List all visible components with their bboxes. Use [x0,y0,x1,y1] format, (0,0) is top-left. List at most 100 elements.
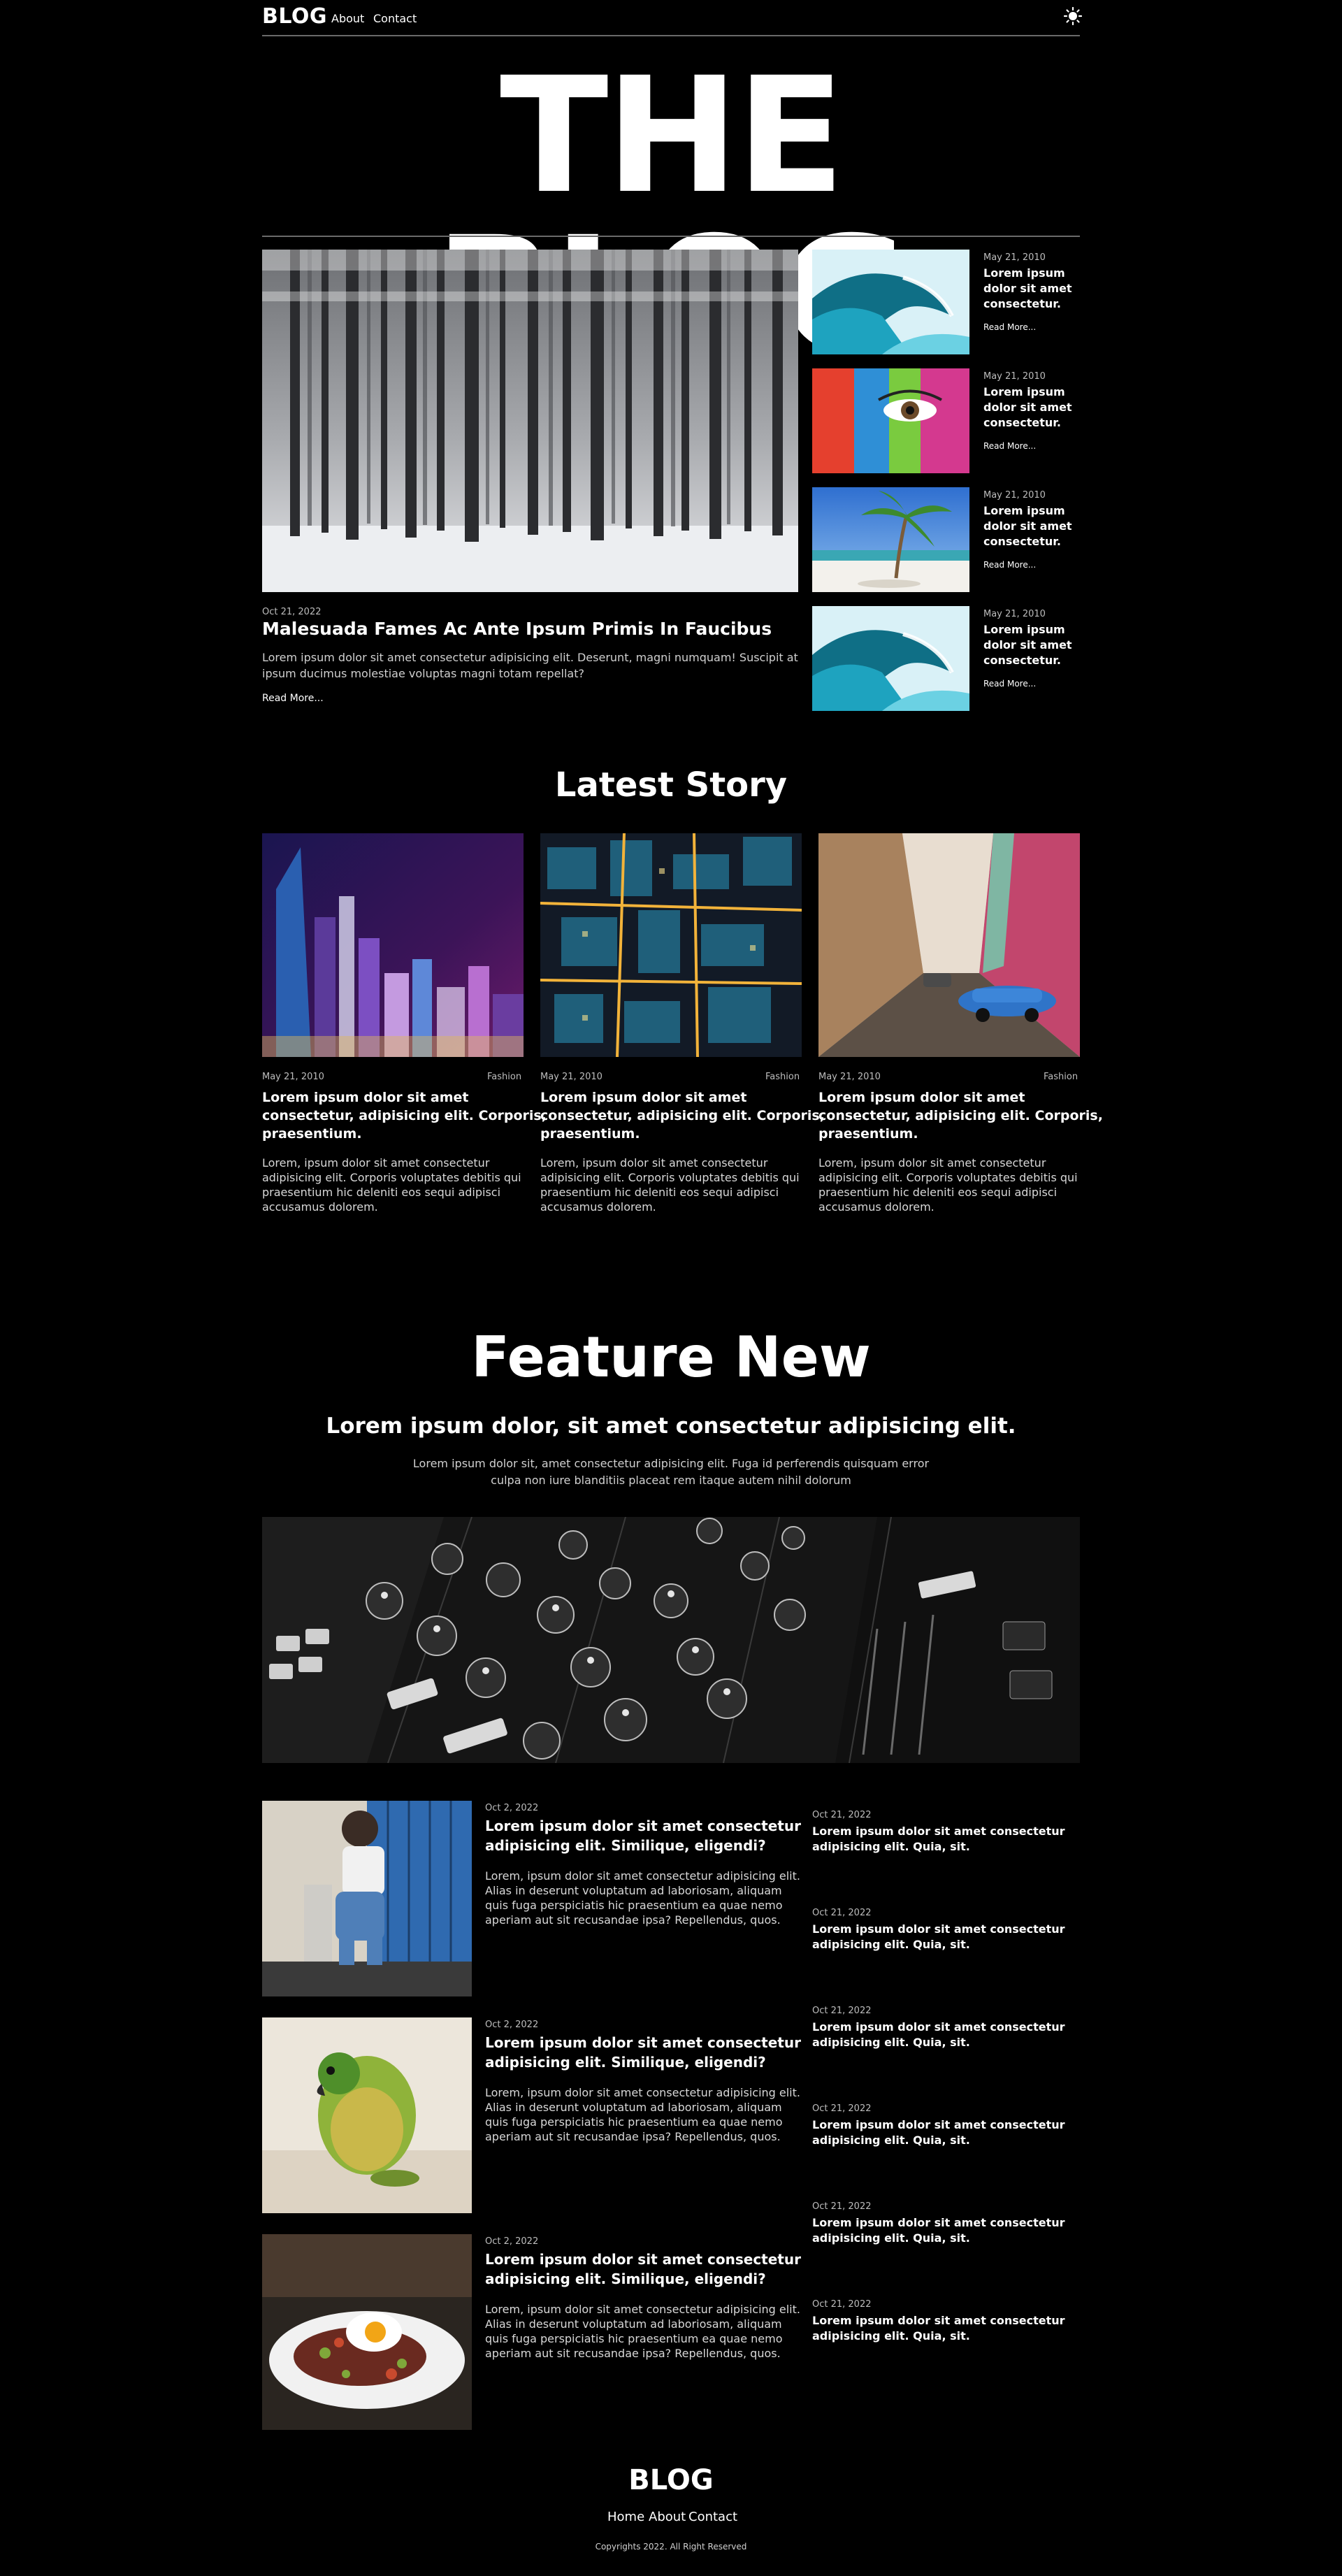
top-story-read-more[interactable]: Read More... [262,693,324,704]
mini-post-title[interactable]: adipisicing elit. Quia, sit. [812,2035,970,2050]
nav-logo[interactable]: BLOG [262,4,327,29]
sun-icon[interactable] [1063,6,1083,26]
post-excerpt: quis fuga perspiciatis hic praesentium e… [485,1899,783,1912]
post-excerpt: Lorem, ipsum dolor sit amet consectetur … [485,2303,800,2316]
feature-image[interactable] [262,1517,1080,1763]
side-post-date: May 21, 2010 [983,371,1046,382]
post-title[interactable]: adipisicing elit. Similique, eligendi? [485,2052,766,2072]
latest-card-title[interactable]: praesentium. [540,1125,640,1143]
side-post-title[interactable]: consectetur. [983,296,1061,312]
side-post-read-more[interactable]: Read More... [983,679,1036,689]
footer-logo[interactable]: BLOG [0,2464,1342,2496]
post-title[interactable]: adipisicing elit. Similique, eligendi? [485,2269,766,2289]
mini-post-title[interactable]: Lorem ipsum dolor sit amet consectetur [812,1824,1065,1839]
latest-card-excerpt: Lorem, ipsum dolor sit amet consectetur [540,1156,768,1170]
post-image[interactable] [262,2017,472,2213]
latest-card-excerpt: praesentium hic deleniti eos sequi adipi… [818,1186,1058,1199]
latest-card-tag[interactable]: Fashion [765,1072,800,1082]
side-post-title[interactable]: consectetur. [983,534,1061,549]
mini-post-title[interactable]: Lorem ipsum dolor sit amet consectetur [812,2020,1065,2035]
mini-post-title[interactable]: adipisicing elit. Quia, sit. [812,2329,970,2344]
side-post-read-more[interactable]: Read More... [983,560,1036,570]
hero-divider [262,236,1080,237]
latest-card-date: May 21, 2010 [540,1072,603,1082]
side-post-title[interactable]: dolor sit amet [983,638,1072,653]
mini-post-title[interactable]: Lorem ipsum dolor sit amet consectetur [812,2215,1065,2231]
latest-card-image[interactable] [262,833,524,1057]
latest-card-excerpt: accusamus dolorem. [818,1200,935,1214]
side-post-title[interactable]: consectetur. [983,653,1061,668]
side-post-image[interactable] [812,606,969,711]
post-image[interactable] [262,1801,472,1996]
latest-card-title[interactable]: consectetur, adipisicing elit. Corporis, [540,1107,825,1125]
post-date: Oct 2, 2022 [485,2020,539,2030]
side-post-title[interactable]: consectetur. [983,415,1061,431]
post-title[interactable]: Lorem ipsum dolor sit amet consectetur [485,2033,801,2052]
side-post-read-more[interactable]: Read More... [983,322,1036,332]
latest-card-title[interactable]: consectetur, adipisicing elit. Corporis, [262,1107,547,1125]
latest-card-title[interactable]: praesentium. [818,1125,918,1143]
latest-card-title[interactable]: Lorem ipsum dolor sit amet [818,1088,1025,1107]
side-post-date: May 21, 2010 [983,252,1046,263]
mini-post-title[interactable]: adipisicing elit. Quia, sit. [812,2231,970,2246]
footer-link-contact[interactable]: Contact [688,2510,737,2524]
top-story-excerpt-line1: Lorem ipsum dolor sit amet consectetur a… [262,651,798,664]
mini-post-title[interactable]: Lorem ipsum dolor sit amet consectetur [812,2313,1065,2329]
latest-card-image[interactable] [818,833,1080,1057]
side-post-title[interactable]: Lorem ipsum [983,503,1065,519]
footer-link-about[interactable]: About [649,2510,686,2524]
top-story-title[interactable]: Malesuada Fames Ac Ante Ipsum Primis In … [262,619,772,639]
post-excerpt: Alias in deserunt voluptatum ad laborios… [485,1884,782,1897]
side-post-title[interactable]: dolor sit amet [983,281,1072,296]
post-image[interactable] [262,2234,472,2430]
post-title[interactable]: Lorem ipsum dolor sit amet consectetur [485,2250,801,2269]
nav-divider [262,35,1080,36]
mini-post-title[interactable]: adipisicing elit. Quia, sit. [812,2133,970,2148]
latest-card-tag[interactable]: Fashion [1044,1072,1078,1082]
feature-subheading: Lorem ipsum dolor, sit amet consectetur … [326,1413,1016,1439]
nav-link-about[interactable]: About [331,12,364,25]
latest-card-date: May 21, 2010 [818,1072,881,1082]
page: BLOG About Contact THE BLOG [0,0,1342,2576]
mini-post-date: Oct 21, 2022 [812,2299,872,2310]
footer-copyright: Copyrights 2022. All Right Reserved [595,2542,747,2552]
post-excerpt: Alias in deserunt voluptatum ad laborios… [485,2101,782,2114]
post-excerpt: quis fuga perspiciatis hic praesentium e… [485,2332,783,2345]
feature-description: culpa non iure blanditiis placeat rem it… [491,1474,851,1487]
post-excerpt: aperiam aut sit recusandae ipsa? Repelle… [485,1913,781,1927]
post-excerpt: aperiam aut sit recusandae ipsa? Repelle… [485,2130,781,2143]
side-post-title[interactable]: Lorem ipsum [983,384,1065,400]
latest-card-title[interactable]: Lorem ipsum dolor sit amet [262,1088,469,1107]
latest-card-excerpt: adipisicing elit. Corporis voluptates de… [540,1171,800,1184]
latest-card-excerpt: accusamus dolorem. [262,1200,378,1214]
latest-card-excerpt: adipisicing elit. Corporis voluptates de… [262,1171,521,1184]
side-post-image[interactable] [812,250,969,354]
latest-card-image[interactable] [540,833,802,1057]
footer-link-home[interactable]: Home [607,2510,644,2524]
mini-post-date: Oct 21, 2022 [812,2103,872,2114]
post-title[interactable]: Lorem ipsum dolor sit amet consectetur [485,1816,801,1836]
mini-post-date: Oct 21, 2022 [812,1908,872,1918]
side-post-title[interactable]: Lorem ipsum [983,266,1065,281]
post-date: Oct 2, 2022 [485,1803,539,1813]
post-title[interactable]: adipisicing elit. Similique, eligendi? [485,1836,766,1855]
latest-card-title[interactable]: praesentium. [262,1125,362,1143]
latest-card-title[interactable]: Lorem ipsum dolor sit amet [540,1088,747,1107]
side-post-read-more[interactable]: Read More... [983,441,1036,451]
side-post-image[interactable] [812,368,969,473]
latest-card-excerpt: praesentium hic deleniti eos sequi adipi… [540,1186,779,1199]
side-post-image[interactable] [812,487,969,592]
side-post-title[interactable]: Lorem ipsum [983,622,1065,638]
side-post-title[interactable]: dolor sit amet [983,519,1072,534]
latest-card-excerpt: accusamus dolorem. [540,1200,656,1214]
latest-card-excerpt: Lorem, ipsum dolor sit amet consectetur [818,1156,1046,1170]
mini-post-title[interactable]: Lorem ipsum dolor sit amet consectetur [812,1922,1065,1937]
latest-card-title[interactable]: consectetur, adipisicing elit. Corporis, [818,1107,1103,1125]
top-story-image[interactable] [262,250,798,592]
latest-card-tag[interactable]: Fashion [487,1072,521,1082]
mini-post-title[interactable]: adipisicing elit. Quia, sit. [812,1937,970,1952]
mini-post-title[interactable]: Lorem ipsum dolor sit amet consectetur [812,2117,1065,2133]
nav-link-contact[interactable]: Contact [373,12,417,25]
side-post-title[interactable]: dolor sit amet [983,400,1072,415]
mini-post-title[interactable]: adipisicing elit. Quia, sit. [812,1839,970,1855]
